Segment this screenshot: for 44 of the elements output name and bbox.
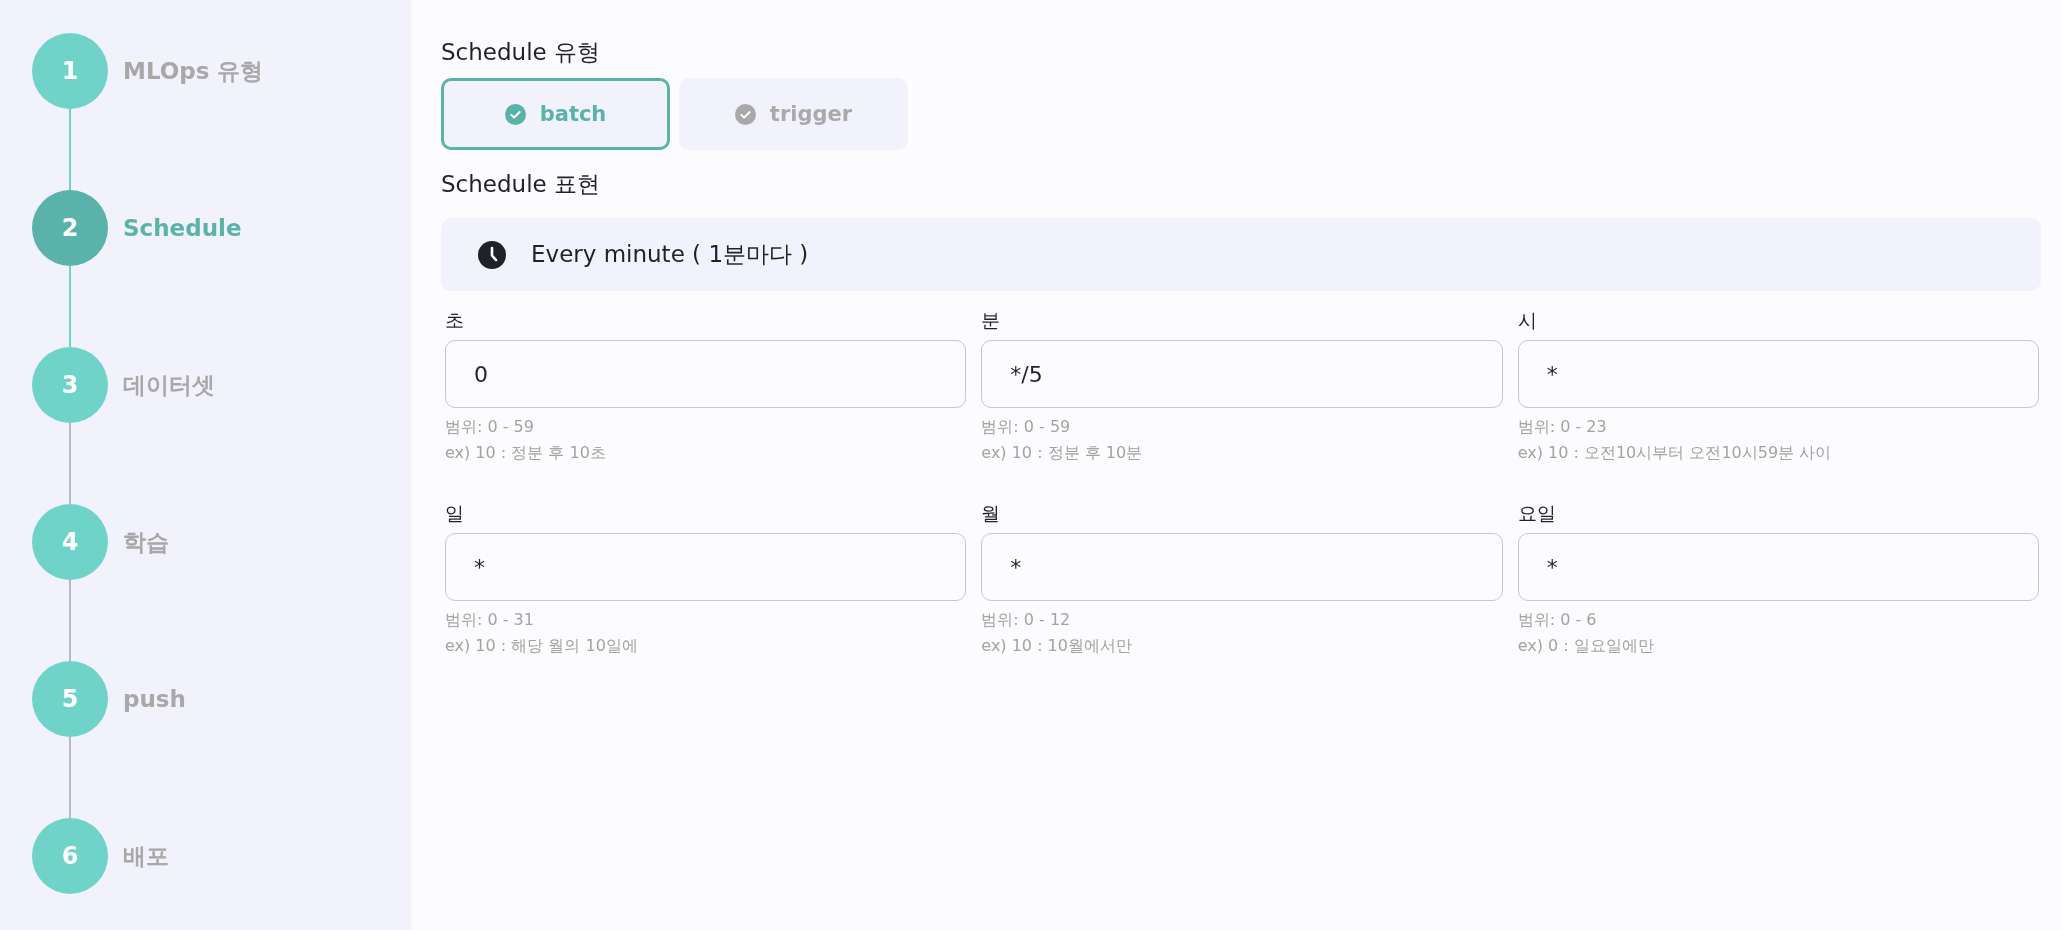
step-number[interactable]: 1: [32, 33, 108, 109]
section-title: Schedule 표현: [441, 170, 600, 199]
step-label[interactable]: MLOps 유형: [123, 33, 264, 109]
input-field[interactable]: *: [1517, 533, 2039, 601]
range-hint: 범위: 0 - 23: [1517, 416, 1608, 438]
input-field[interactable]: *: [981, 533, 1503, 601]
range-hint: 범위: 0 - 59: [981, 416, 1072, 438]
field-label: 시: [1517, 308, 1538, 333]
step-number[interactable]: 5: [32, 661, 108, 737]
step-number[interactable]: 3: [32, 347, 108, 423]
check-circle-icon: [734, 103, 756, 125]
field-label: 분: [981, 308, 1002, 333]
field-label: 일: [445, 501, 465, 526]
expression-summary: Every minute ( 1분마다 ): [531, 240, 809, 269]
example-hint: ex) 10 : 정분 후 10초: [445, 442, 607, 464]
field-label: 요일: [1517, 501, 1557, 526]
step-label[interactable]: Schedule: [123, 190, 242, 266]
step-label[interactable]: 학습: [123, 504, 169, 580]
input-field[interactable]: *: [445, 533, 967, 601]
range-hint: 범위: 0 - 6: [1517, 609, 1598, 631]
example-hint: ex) 10 : 10월에서만: [981, 635, 1133, 657]
example-hint: ex) 10 : 오전10시부터 오전10시59분 사이: [1517, 442, 1833, 464]
step-label[interactable]: 배포: [123, 818, 169, 894]
clock-icon: [478, 240, 506, 269]
step-number[interactable]: 6: [32, 818, 108, 894]
step-number[interactable]: 2: [32, 190, 108, 266]
step-number[interactable]: 4: [32, 504, 108, 580]
range-hint: 범위: 0 - 12: [981, 609, 1072, 631]
check-circle-icon: [504, 103, 526, 125]
example-hint: ex) 10 : 해당 월의 10일에: [445, 635, 639, 657]
input-field[interactable]: */5: [981, 340, 1503, 408]
field-label: 월: [981, 501, 1002, 526]
example-hint: ex) 0 : 일요일에만: [1517, 635, 1655, 657]
step-label[interactable]: 데이터셋: [123, 347, 215, 423]
field-label: 초: [445, 308, 465, 333]
range-hint: 범위: 0 - 59: [445, 416, 535, 438]
schedule-type-option[interactable]: batch: [441, 78, 670, 150]
example-hint: ex) 10 : 정분 후 10분: [981, 442, 1144, 464]
section-title: Schedule 유형: [441, 38, 600, 67]
range-hint: 범위: 0 - 31: [445, 609, 535, 631]
input-field[interactable]: *: [1517, 340, 2039, 408]
schedule-type-option[interactable]: trigger: [679, 78, 908, 150]
step-label[interactable]: push: [123, 661, 186, 737]
input-field[interactable]: 0: [445, 340, 967, 408]
